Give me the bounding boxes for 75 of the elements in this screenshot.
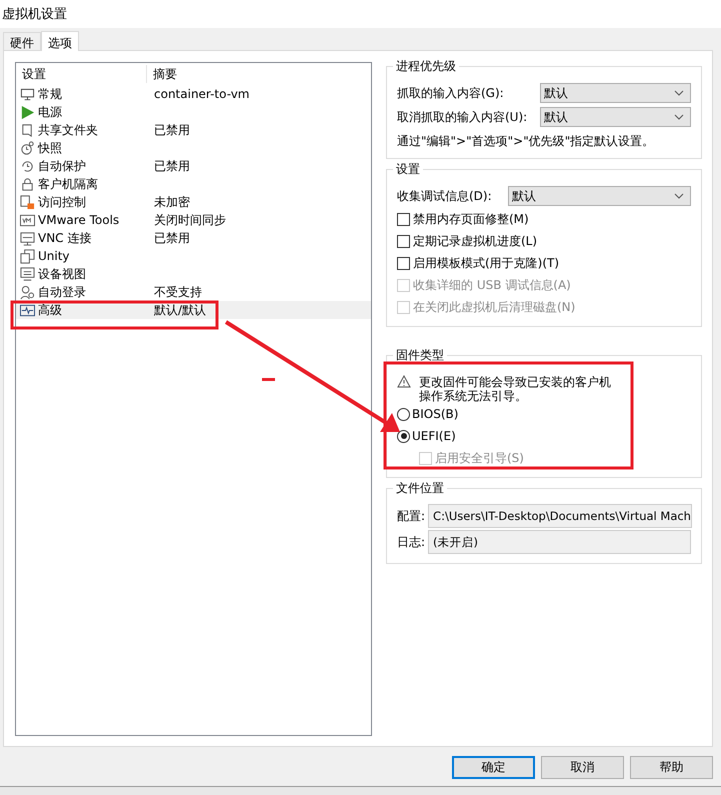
radio-label: UEFI(E)	[412, 429, 456, 443]
settings-row[interactable]: 共享文件夹 已禁用	[16, 121, 371, 139]
setting-summary: 不受支持	[153, 284, 202, 300]
setting-name: 自动保护	[38, 158, 86, 174]
setting-name: 常规	[38, 86, 62, 102]
caret-icon	[674, 114, 684, 120]
setting-summary: container-to-vm	[153, 87, 250, 101]
dropdown[interactable]: 默认	[508, 186, 691, 206]
settings-row[interactable]: 设备视图	[16, 265, 371, 283]
setting-name: 设备视图	[38, 266, 86, 282]
annotation-mark	[262, 378, 275, 381]
column-header: 设置	[16, 65, 147, 83]
checkbox-label: 禁用内存页面修整(M)	[413, 210, 529, 228]
setting-summary: 未加密	[153, 194, 190, 210]
dropdown[interactable]: 默认	[540, 83, 691, 103]
setting-name: 访问控制	[38, 194, 86, 210]
settings-row[interactable]: 电源	[16, 103, 371, 121]
checkbox[interactable]	[397, 234, 410, 248]
dialog-button[interactable]: 取消	[541, 756, 624, 779]
setting-summary: 已禁用	[153, 122, 190, 138]
setting-name: 共享文件夹	[38, 122, 98, 138]
hint-text: 通过"编辑">"首选项">"优先级"指定默认设置。	[397, 133, 656, 150]
checkbox-label: 在关闭此虚拟机后清理磁盘(N)	[413, 298, 576, 316]
checkbox-label: 启用模板模式(用于克隆)(T)	[413, 254, 560, 272]
setting-name: VMware Tools	[38, 213, 120, 227]
caret-icon	[674, 193, 684, 199]
setting-summary: 关闭时间同步	[153, 212, 226, 228]
checkbox-label: 收集详细的 USB 调试信息(A)	[413, 276, 571, 294]
group-title: 进程优先级	[393, 58, 459, 75]
setting-summary: 默认/默认	[153, 302, 206, 318]
setting-name: 电源	[38, 104, 62, 120]
settings-row[interactable]: 访问控制 未加密	[16, 193, 371, 211]
field-label: 收集调试信息(D):	[397, 188, 492, 204]
checkbox[interactable]	[397, 256, 410, 270]
field-label: 日志:	[397, 534, 426, 550]
settings-row[interactable]: 快照	[16, 139, 371, 157]
setting-name: 客户机隔离	[38, 176, 98, 192]
setting-name: 高级	[38, 302, 62, 318]
settings-row[interactable]: 客户机隔离	[16, 175, 371, 193]
checkbox-label: 启用安全引导(S)	[435, 450, 524, 466]
path-field[interactable]: (未开启)	[428, 530, 691, 554]
field-label: 抓取的输入内容(G):	[397, 84, 504, 102]
radio-button[interactable]	[397, 408, 410, 420]
settings-row[interactable]: 自动保护 已禁用	[16, 157, 371, 175]
warning-text: 操作系统无法引导。	[419, 389, 528, 403]
settings-row[interactable]: 高级 默认/默认	[16, 301, 371, 319]
dialog-button[interactable]: 确定	[452, 756, 535, 779]
warning-text: 更改固件可能会导致已安装的客户机	[419, 375, 611, 389]
radio-label: BIOS(B)	[412, 407, 458, 421]
field-label: 取消抓取的输入内容(U):	[397, 108, 528, 126]
dialog-button[interactable]: 帮助	[630, 756, 713, 779]
field-label: 配置:	[397, 508, 426, 524]
tab[interactable]: 硬件	[3, 32, 41, 50]
tab[interactable]: 选项	[41, 31, 79, 51]
setting-name: 快照	[38, 140, 62, 156]
checkbox-label: 定期记录虚拟机进度(L)	[413, 232, 538, 250]
settings-row[interactable]: VNC 连接 已禁用	[16, 229, 371, 247]
setting-name: VNC 连接	[38, 230, 92, 246]
warning-icon	[397, 375, 411, 388]
path-field[interactable]: C:\Users\IT-Desktop\Documents\Virtual Mach	[428, 504, 692, 528]
setting-summary: 已禁用	[153, 230, 190, 246]
checkbox[interactable]	[397, 212, 410, 226]
setting-name: Unity	[38, 249, 70, 263]
group-title: 文件位置	[393, 480, 447, 497]
settings-row[interactable]: 常规 container-to-vm	[16, 85, 371, 103]
dropdown[interactable]: 默认	[540, 107, 691, 127]
setting-name: 自动登录	[38, 284, 86, 300]
caret-icon	[674, 90, 684, 96]
settings-row[interactable]: 自动登录 不受支持	[16, 283, 371, 301]
settings-row[interactable]: VMware Tools 关闭时间同步	[16, 211, 371, 229]
radio-button[interactable]	[397, 430, 410, 442]
setting-summary: 已禁用	[153, 158, 190, 174]
column-header: 摘要	[152, 66, 177, 82]
window-title: 虚拟机设置	[1, 6, 67, 23]
settings-row[interactable]: Unity	[16, 247, 371, 265]
